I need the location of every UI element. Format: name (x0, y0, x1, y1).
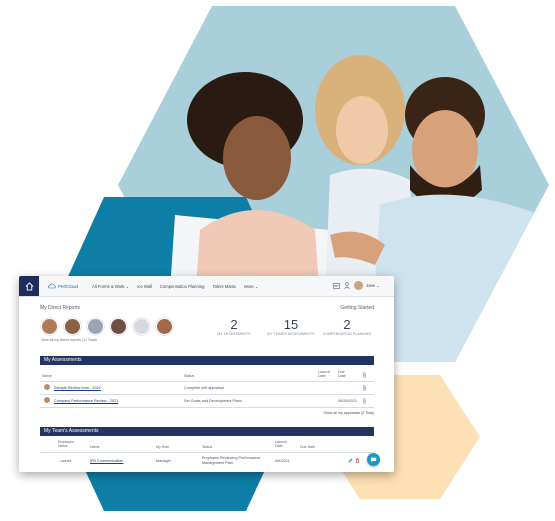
assessment-link[interactable]: Company Performance Review - 2021 (54, 399, 118, 403)
assessment-link[interactable]: IFB Communication (90, 459, 123, 463)
direct-reports-avatars (41, 318, 179, 335)
attachment-icon (363, 372, 366, 378)
column-header-name: Name (42, 374, 52, 378)
column-header-employee: Employee Name (58, 440, 74, 448)
user-avatar[interactable] (354, 281, 364, 290)
team-assessments-header: My Team's Assessments (40, 427, 374, 436)
stat-value: 2 (343, 317, 351, 332)
stat-label: MY ASSESSMENTS (217, 332, 251, 336)
stat-team-assessments[interactable]: 15 MY TEAM'S ASSESSMENTS (261, 317, 321, 336)
stat-value: 2 (230, 317, 238, 332)
direct-reports-title: My Direct Reports (40, 305, 81, 311)
app-logo[interactable]: PerfCloud (48, 283, 78, 289)
show-all-appraisals-link[interactable]: Show all my appraisals (2 Total) (323, 411, 374, 415)
view-all-direct-reports-link[interactable]: View all my direct reports (11 Total) (41, 338, 97, 342)
avatar (44, 397, 50, 403)
nav-item-talent-matrix[interactable]: Talent Matrix (212, 284, 236, 289)
column-header-due-date: Due Date (300, 445, 316, 449)
getting-started-link[interactable]: Getting Started (340, 305, 374, 311)
column-header-name: Name (90, 445, 100, 449)
stat-label: COMPENSATION PLANNING (322, 332, 372, 336)
attachment-icon[interactable] (362, 385, 367, 391)
people-icon[interactable] (344, 282, 350, 289)
nav-item-more[interactable]: More ⌄ (244, 284, 258, 289)
column-header-role: My Role (156, 445, 170, 449)
avatar[interactable] (110, 318, 127, 335)
my-assessments-table: Name Status Launch Date Due Date Sample … (40, 368, 374, 420)
assessment-status: Complete self appraisal (184, 386, 224, 390)
edit-icon[interactable] (348, 458, 353, 463)
my-role: Manager (156, 459, 171, 463)
nav-item-compensation[interactable]: Compensation Planning (160, 284, 204, 289)
chat-icon (370, 457, 377, 462)
home-icon (25, 281, 33, 291)
team-assessments-table: Employee Name Name My Role Status Launch… (40, 439, 374, 469)
launch-date: 4/6/2021 (275, 459, 290, 463)
avatar[interactable] (87, 318, 104, 335)
my-assessments-header: My Assessments (40, 356, 374, 365)
assessment-due-date: 09/29/2021 (338, 399, 358, 403)
assessment-link[interactable]: Sample Review form - 2021 (54, 386, 101, 390)
column-header-status: Status (202, 445, 213, 449)
top-bar: PerfCloud All Forms & Work ⌄ Ice Wall Co… (19, 276, 394, 297)
attachment-icon[interactable] (362, 398, 367, 404)
stat-value: 15 (283, 317, 299, 332)
home-button[interactable] (19, 276, 39, 296)
main-nav: All Forms & Work ⌄ Ice Wall Compensation… (92, 284, 266, 289)
avatar[interactable] (156, 318, 173, 335)
user-menu[interactable]: Jane ⌄ (366, 283, 380, 288)
stat-compensation-planning[interactable]: 2 COMPENSATION PLANNING (317, 317, 377, 336)
logo-text: PerfCloud (58, 283, 79, 289)
column-header-launch-date: Launch Date (275, 440, 287, 448)
avatar[interactable] (41, 318, 58, 335)
messages-icon[interactable] (333, 282, 341, 289)
stat-my-assessments[interactable]: 2 MY ASSESSMENTS (204, 317, 264, 336)
nav-item-forms[interactable]: All Forms & Work ⌄ (92, 284, 129, 289)
column-header-status: Status (184, 374, 195, 378)
column-header-due-date: Due Date (338, 370, 346, 378)
nav-item-ice-wall[interactable]: Ice Wall (137, 284, 152, 289)
employee-name[interactable]: ...onnell (58, 459, 71, 463)
avatar[interactable] (64, 318, 81, 335)
assessment-status: Employee Reviewing Performance Managemen… (202, 456, 261, 465)
column-header-launch-date: Launch Date (318, 370, 330, 378)
delete-icon[interactable] (355, 458, 360, 463)
top-right-controls: Jane ⌄ (329, 281, 380, 290)
assessment-status: Set Goals and Development Plans (184, 399, 243, 403)
stat-label: MY TEAM'S ASSESSMENTS (267, 332, 315, 336)
app-window: PerfCloud All Forms & Work ⌄ Ice Wall Co… (19, 276, 394, 472)
avatar (44, 384, 50, 390)
cloud-icon (48, 283, 56, 289)
avatar[interactable] (133, 318, 150, 335)
help-chat-button[interactable] (367, 453, 380, 466)
